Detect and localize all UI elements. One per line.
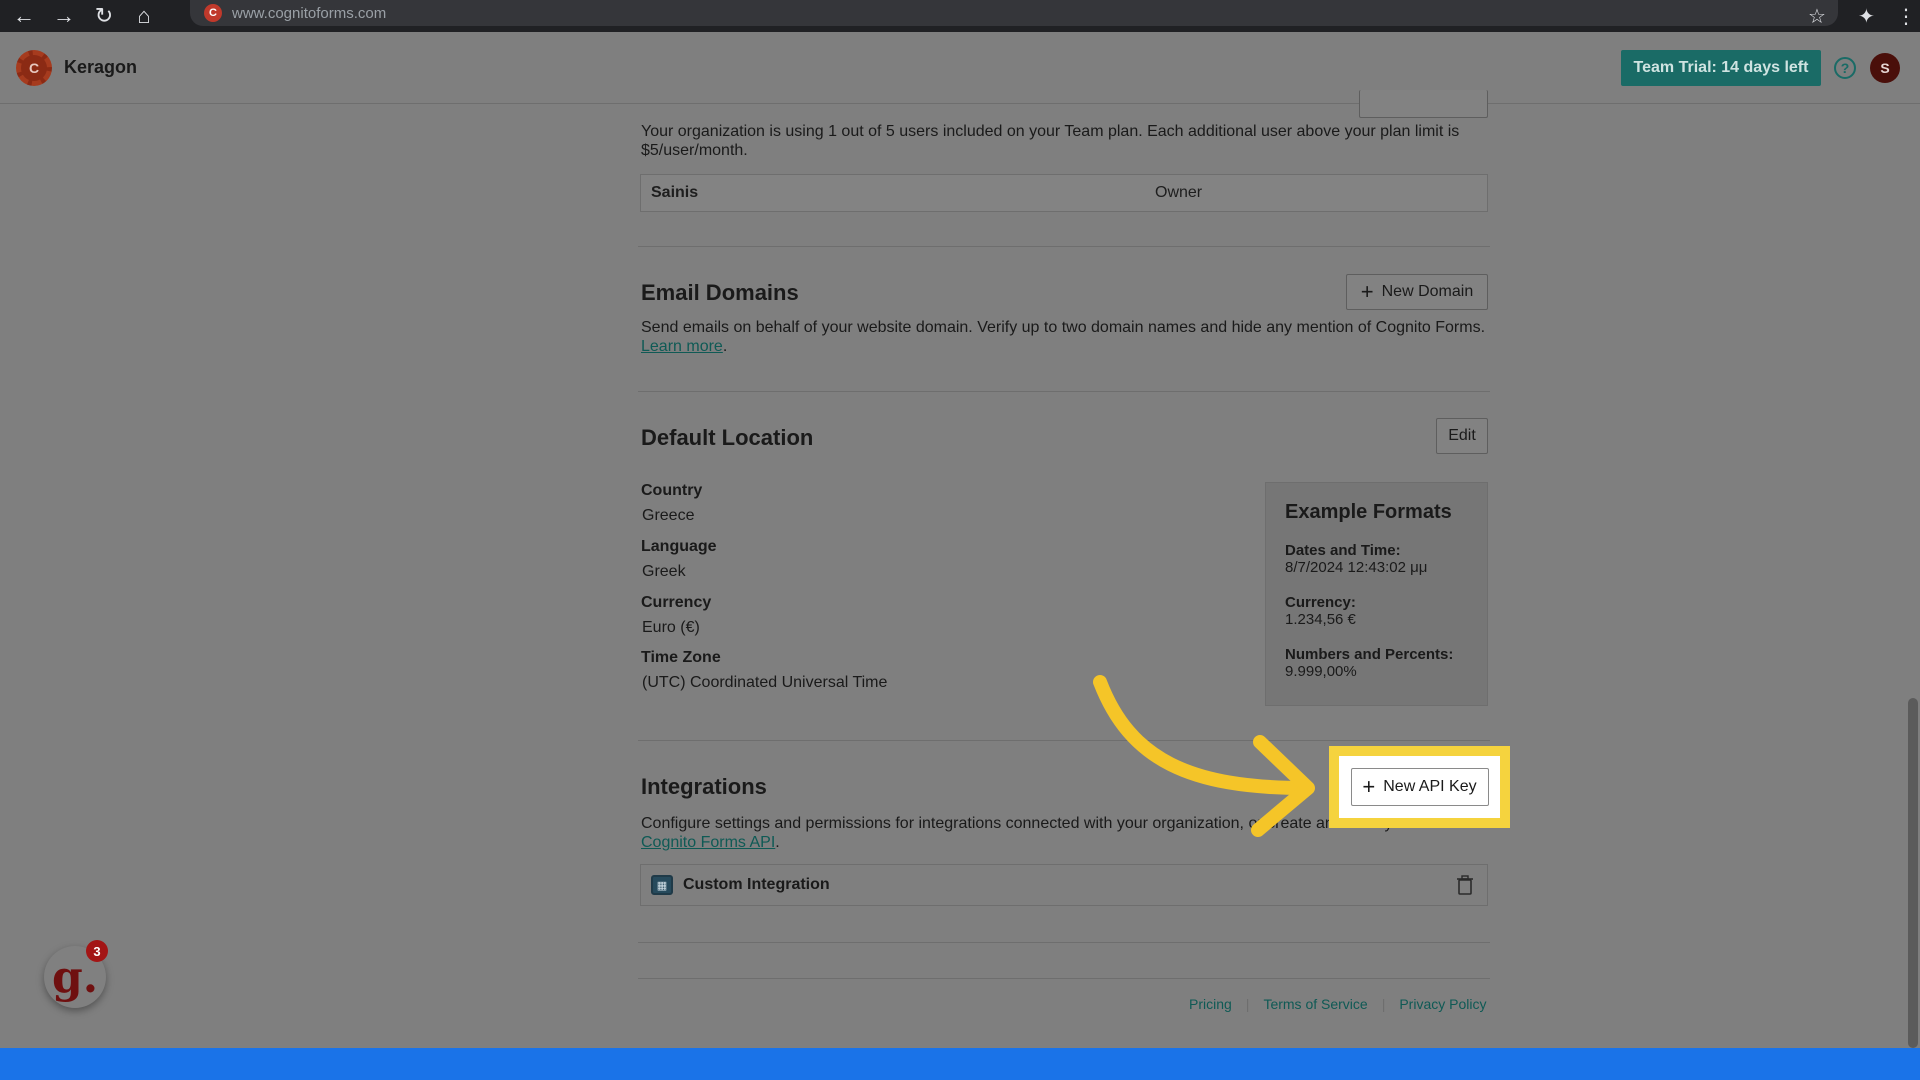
avatar[interactable]: S [1870,53,1900,83]
extensions-icon[interactable]: ✦ [1858,0,1875,32]
plus-icon: + [1361,281,1374,303]
user-name: Sainis [651,184,698,202]
divider [638,740,1490,741]
currency-label: Currency [641,594,711,612]
bookmark-star-icon[interactable]: ☆ [1808,0,1826,32]
brand[interactable]: C Keragon [16,50,137,86]
footer-links: Pricing | Terms of Service | Privacy Pol… [1189,996,1486,1012]
dates-value: 8/7/2024 12:43:02 μμ [1285,559,1468,576]
new-api-key-label: New API Key [1383,778,1476,796]
terms-link[interactable]: Terms of Service [1263,996,1367,1012]
plus-icon: + [1362,776,1375,798]
notification-badge: 3 [86,940,108,962]
users-description: Your organization is using 1 out of 5 us… [641,122,1487,160]
forward-arrow-icon[interactable]: → [48,0,80,32]
table-row[interactable]: ▦ Custom Integration [640,864,1488,906]
timezone-label: Time Zone [641,649,721,667]
example-formats-title: Example Formats [1285,501,1468,524]
app-header: C Keragon Team Trial: 14 days left ? S [0,32,1920,104]
browser-toolbar: ← → ↻ ⌂ C www.cognitoforms.com ☆ ✦ ⋮ [0,0,1920,32]
email-domains-description: Send emails on behalf of your website do… [641,318,1487,356]
address-bar[interactable]: C www.cognitoforms.com [190,0,1838,26]
pricing-link[interactable]: Pricing [1189,996,1232,1012]
url-text: www.cognitoforms.com [232,5,386,22]
gear-logo-icon: C [16,50,52,86]
email-domains-text: Send emails on behalf of your website do… [641,319,1485,336]
bottom-bar [0,1048,1920,1080]
cognito-forms-api-link[interactable]: Cognito Forms API [641,834,775,851]
new-api-key-button[interactable]: + New API Key [1351,768,1489,806]
edit-location-button[interactable]: Edit [1436,418,1488,454]
learn-more-link[interactable]: Learn more [641,338,723,355]
add-user-button-partial[interactable] [1359,90,1488,118]
privacy-link[interactable]: Privacy Policy [1399,996,1486,1012]
help-icon[interactable]: ? [1834,57,1856,79]
country-label: Country [641,482,702,500]
tutorial-arrow-icon [1080,670,1340,840]
home-icon[interactable]: ⌂ [128,0,160,32]
divider [638,246,1490,247]
dates-label: Dates and Time: [1285,542,1468,559]
new-domain-label: New Domain [1382,283,1474,301]
language-value: Greek [642,563,686,581]
user-role: Owner [1155,184,1202,202]
back-arrow-icon[interactable]: ← [8,0,40,32]
default-location-title: Default Location [641,425,813,451]
table-row: Sainis Owner [640,174,1488,212]
trash-icon[interactable] [1457,875,1473,900]
currency-example-label: Currency: [1285,594,1468,611]
currency-example-value: 1.234,56 € [1285,611,1468,628]
integration-icon: ▦ [651,875,673,895]
new-domain-button[interactable]: + New Domain [1346,274,1488,310]
divider [638,942,1490,943]
language-label: Language [641,538,717,556]
team-trial-button[interactable]: Team Trial: 14 days left [1621,50,1821,86]
email-domains-title: Email Domains [641,280,799,306]
site-favicon-icon: C [204,4,222,22]
reload-icon[interactable]: ↻ [88,0,120,32]
brand-name: Keragon [64,57,137,78]
numbers-label: Numbers and Percents: [1285,646,1468,663]
integration-name: Custom Integration [683,876,830,894]
browser-menu-icon[interactable]: ⋮ [1896,0,1916,32]
highlight-inner: + New API Key [1339,756,1500,818]
integrations-title: Integrations [641,774,767,800]
divider [638,978,1490,979]
country-value: Greece [642,507,694,525]
divider [638,391,1490,392]
highlight-frame: + New API Key [1329,746,1510,828]
timezone-value: (UTC) Coordinated Universal Time [642,674,887,692]
currency-value: Euro (€) [642,619,700,637]
scrollbar-thumb[interactable] [1908,698,1918,1048]
